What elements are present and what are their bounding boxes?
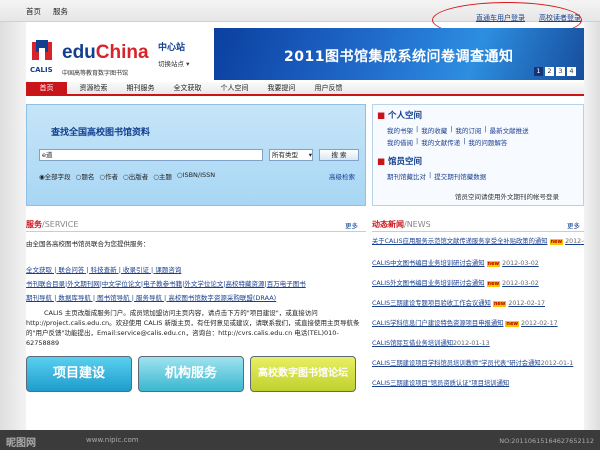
- nav-journal[interactable]: 期刊服务: [120, 82, 161, 94]
- service-more-link[interactable]: 更多: [345, 220, 358, 230]
- banner[interactable]: 2011图书馆集成系统问卷调查通知 1 2 3 4: [214, 28, 584, 80]
- banner-page-2[interactable]: 2: [545, 67, 554, 76]
- banner-pager: 1 2 3 4: [534, 67, 576, 76]
- service-link[interactable]: 书刊联合目录: [26, 280, 65, 288]
- service-link[interactable]: 课题咨询: [155, 266, 181, 274]
- institution-service-button[interactable]: 机构服务: [138, 356, 244, 392]
- service-link[interactable]: 联合问答: [58, 266, 84, 274]
- my-delivery-link[interactable]: 我的文献传递: [421, 137, 460, 147]
- watermark-footer: 昵图网 www.nipic.com NO:2011061516462765211…: [0, 430, 600, 450]
- watermark-url: www.nipic.com: [86, 436, 139, 444]
- search-panel: 查找全国高校图书馆资料 e道 所有类型 ▾ 搜 索 ◉全部字段 ○题名 ○作者 ○…: [26, 104, 366, 206]
- search-heading: 查找全国高校图书馆资料: [51, 128, 151, 138]
- news-item[interactable]: CALIS三期建设专题项目验收工作会议通知 new 2012-02-17: [372, 298, 584, 307]
- news-more-link[interactable]: 更多: [567, 220, 580, 230]
- service-link[interactable]: 高校特藏资源: [226, 280, 265, 288]
- submit-holdings-link[interactable]: 提交期刊馆藏数据: [434, 171, 486, 181]
- service-link[interactable]: 外文期刊网: [67, 280, 100, 288]
- service-link[interactable]: 收录引证: [123, 266, 149, 274]
- personal-space-panel: ■ 个人空间 我的书架 | 我的收藏 | 我的订阅 | 最新文献推送 我的借阅 | 我的…: [372, 104, 584, 206]
- feature-buttons: 项目建设 机构服务 高校数字图书馆论坛: [26, 356, 366, 396]
- brand-name: eduChina: [62, 42, 149, 63]
- banner-page-1[interactable]: 1: [534, 67, 543, 76]
- news-title: 动态新闻/NEWS: [372, 220, 431, 229]
- option-title[interactable]: ○题名: [76, 171, 95, 181]
- service-link[interactable]: 中文学位论文: [102, 280, 141, 288]
- service-row-2: 书刊联合目录|外文期刊网|中文学位论文|电子教参书籍|外文学位论文|高校特藏资源…: [26, 280, 306, 288]
- calis-logo-icon: [32, 40, 52, 60]
- service-intro: 由全国各高校图书馆员联合为您提供服务：: [26, 240, 150, 248]
- my-answers-link[interactable]: 我的问题解答: [468, 137, 507, 147]
- news-item[interactable]: 关于CALIS应用服务示范馆文献传递服务享受全补贴政策的通知new2012-03…: [372, 236, 584, 245]
- option-publisher[interactable]: ○出版者: [123, 171, 148, 181]
- watermark-id: NO:20110615164627652112: [499, 437, 594, 445]
- logo-subtitle: 中国高等教育数字图书馆: [62, 70, 129, 77]
- site-center-label: 中心站: [158, 43, 186, 53]
- my-borrowing-link[interactable]: 我的借阅: [387, 137, 413, 147]
- service-row-1: 全文获取 | 联合问答 | 科技查新 | 收录引证 | 课题咨询: [26, 266, 182, 274]
- service-link[interactable]: 高校图书馆数字资源采购联盟(DRAA): [168, 294, 276, 302]
- top-home-link[interactable]: 首页: [26, 6, 41, 17]
- news-item[interactable]: CALIS三期建设项目"馆员资质认证"项目培训通知: [372, 378, 584, 387]
- staff-space-title: ■ 馆员空间: [377, 157, 423, 167]
- top-service-link[interactable]: 服务: [53, 6, 68, 17]
- right-margin: [584, 22, 600, 430]
- my-favorites-link[interactable]: 我的收藏: [421, 125, 447, 135]
- news-item[interactable]: CALIS外文图书编目业务培训研讨会通知 new 2012-03-02: [372, 278, 584, 287]
- banner-page-3[interactable]: 3: [556, 67, 565, 76]
- nav-personal[interactable]: 个人空间: [214, 82, 255, 94]
- my-subscriptions-link[interactable]: 我的订阅: [455, 125, 481, 135]
- service-link[interactable]: 电子教参书籍: [143, 280, 182, 288]
- my-shelf-link[interactable]: 我的书架: [387, 125, 413, 135]
- service-row-3: 期刊导航 | 数据库导航 | 图书馆导航 | 服务导航 | 高校图书馆数字资源采…: [26, 294, 277, 302]
- holdings-compare-link[interactable]: 期刊馆藏比对: [387, 171, 426, 181]
- left-margin: [0, 22, 26, 430]
- main-nav: 首页 资源检索 期刊服务 全文获取 个人空间 我要提问 用户反馈: [26, 82, 584, 96]
- nav-home[interactable]: 首页: [26, 82, 67, 94]
- option-author[interactable]: ○作者: [99, 171, 118, 181]
- chevron-down-icon: ▾: [308, 151, 312, 159]
- option-all-fields[interactable]: ◉全部字段: [39, 171, 71, 181]
- service-link[interactable]: 期刊导航: [26, 294, 52, 302]
- service-link[interactable]: 全文获取: [26, 266, 52, 274]
- service-link[interactable]: 百万电子图书: [267, 280, 306, 288]
- news-section: 动态新闻/NEWS 更多 关于CALIS应用服务示范馆文献传递服务享受全补贴政策…: [372, 216, 584, 412]
- calis-label: CALIS: [30, 66, 53, 74]
- service-link[interactable]: 科技查新: [91, 266, 117, 274]
- advanced-search-link[interactable]: 高级检索: [329, 171, 355, 181]
- square-bullet-icon: ■: [377, 157, 386, 167]
- service-title: 服务/SERVICE: [26, 220, 79, 229]
- search-button[interactable]: 搜 索: [319, 149, 359, 161]
- news-item[interactable]: CALIS中文图书编目业务培训研讨会通知 new 2012-03-02: [372, 258, 584, 267]
- square-bullet-icon: ■: [377, 111, 386, 121]
- chevron-down-icon: ▾: [186, 60, 190, 68]
- search-field-options: ◉全部字段 ○题名 ○作者 ○出版者 ○主题 ○ISBN/ISSN: [39, 171, 215, 181]
- nav-ask[interactable]: 我要提问: [261, 82, 302, 94]
- staff-login-note: 馆员空间请使用外文期刊的帐号登录: [455, 193, 559, 201]
- banner-title: 2011图书馆集成系统问卷调查通知: [284, 49, 514, 65]
- latest-push-link[interactable]: 最新文献推送: [490, 125, 529, 135]
- news-item[interactable]: CALIS学科信息门户建设特色资源项目申报通知 new 2012-02-17: [372, 318, 584, 327]
- switch-site-dropdown[interactable]: 切换站点 ▾: [158, 58, 189, 68]
- nav-feedback[interactable]: 用户反馈: [308, 82, 349, 94]
- service-link[interactable]: 服务导航: [136, 294, 162, 302]
- news-item[interactable]: CALIS馆际互借业务培训通知2012-01-13: [372, 338, 584, 347]
- news-item[interactable]: CALIS三期建设项目学科馆员培训教师"学员代表"研讨会通知2012-01-1: [372, 358, 584, 367]
- digital-library-forum-button[interactable]: 高校数字图书馆论坛: [250, 356, 356, 392]
- service-link[interactable]: 外文学位论文: [184, 280, 223, 288]
- banner-page-4[interactable]: 4: [567, 67, 576, 76]
- search-input[interactable]: e道: [39, 149, 263, 161]
- service-link[interactable]: 数据库导航: [58, 294, 91, 302]
- personal-space-title: ■ 个人空间: [377, 111, 423, 121]
- nav-search[interactable]: 资源检索: [73, 82, 114, 94]
- option-subject[interactable]: ○主题: [153, 171, 172, 181]
- nav-fulltext[interactable]: 全文获取: [167, 82, 208, 94]
- watermark-logo: 昵图网: [6, 438, 36, 449]
- search-type-select[interactable]: 所有类型 ▾: [269, 149, 313, 161]
- option-isbn[interactable]: ○ISBN/ISSN: [177, 171, 215, 181]
- project-building-button[interactable]: 项目建设: [26, 356, 132, 392]
- service-description: CALIS 主页改版成服务门户。成员馆加盟访问主页内容，请点击下方的"项目建设"…: [26, 309, 360, 347]
- service-link[interactable]: 图书馆导航: [97, 294, 130, 302]
